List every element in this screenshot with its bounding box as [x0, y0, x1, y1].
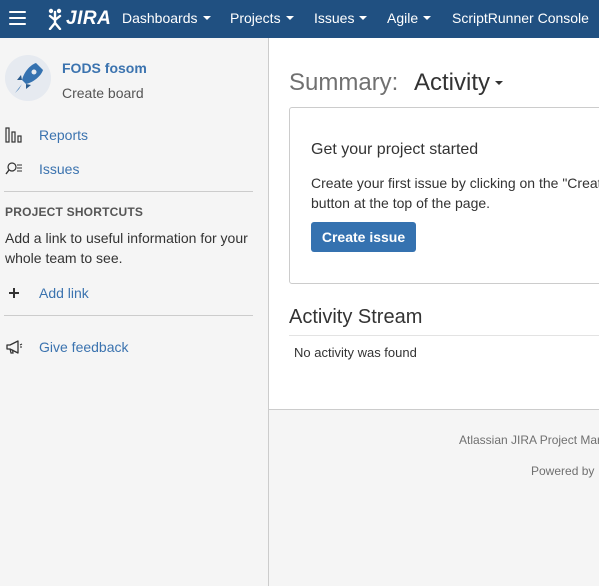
sidebar-item-label: Issues — [39, 161, 80, 177]
plus-icon — [9, 288, 19, 298]
card-title: Get your project started — [311, 141, 479, 158]
create-issue-button[interactable]: Create issue — [311, 222, 416, 252]
project-avatar[interactable] — [5, 55, 51, 101]
jira-logo-icon — [48, 8, 62, 30]
sidebar-divider — [4, 191, 253, 192]
project-shortcuts-heading: PROJECT SHORTCUTS — [5, 205, 144, 219]
activity-stream-heading: Activity Stream — [289, 306, 423, 328]
menu-icon[interactable] — [9, 11, 26, 27]
nav-scriptrunner-console[interactable]: ScriptRunner Console — [452, 0, 589, 38]
chevron-down-icon — [285, 16, 294, 21]
project-name[interactable]: FODS fosom — [62, 60, 147, 76]
nav-issues-label: Issues — [314, 10, 355, 26]
logo-text: JIRA — [66, 8, 112, 29]
view-selector-dropdown[interactable]: Activity — [414, 69, 504, 97]
nav-projects[interactable]: Projects — [230, 0, 294, 38]
chevron-down-icon — [202, 16, 211, 21]
chevron-down-icon — [423, 16, 432, 21]
activity-stream-empty-message: No activity was found — [294, 345, 417, 360]
nav-dashboards[interactable]: Dashboards — [122, 0, 211, 38]
page-footer: Atlassian JIRA Project Mar Powered by — [269, 409, 599, 586]
give-feedback-label: Give feedback — [39, 339, 129, 355]
nav-issues[interactable]: Issues — [314, 0, 368, 38]
rocket-icon — [5, 55, 51, 101]
view-selector-label: Activity — [414, 69, 491, 96]
give-feedback-link[interactable]: Give feedback — [0, 336, 253, 358]
chevron-down-icon — [495, 80, 504, 85]
sidebar-item-reports[interactable]: Reports — [0, 124, 253, 146]
getting-started-card: Get your project started Create your fir… — [289, 107, 599, 284]
create-board-link[interactable]: Create board — [62, 85, 144, 101]
project-sidebar: FODS fosom Create board Reports Issues P… — [0, 38, 269, 586]
bar-chart-icon — [5, 127, 22, 143]
page-title: Summary: — [289, 69, 399, 96]
megaphone-icon — [6, 340, 23, 354]
chevron-down-icon — [359, 16, 368, 21]
footer-powered-by: Powered by — [531, 464, 595, 478]
top-navigation-bar: JIRA Dashboards Projects Issues Agile Sc… — [0, 0, 599, 38]
nav-projects-label: Projects — [230, 10, 281, 26]
sidebar-item-issues[interactable]: Issues — [0, 158, 253, 180]
nav-scriptrunner-label: ScriptRunner Console — [452, 10, 589, 26]
jira-logo[interactable]: JIRA — [46, 6, 111, 32]
activity-stream-divider — [289, 335, 599, 336]
project-shortcuts-description: Add a link to useful information for you… — [5, 230, 248, 266]
nav-dashboards-label: Dashboards — [122, 10, 198, 26]
add-link-label: Add link — [39, 285, 89, 301]
nav-agile[interactable]: Agile — [387, 0, 432, 38]
sidebar-item-label: Reports — [39, 127, 89, 143]
card-text: Create your first issue by clicking on t… — [311, 175, 599, 211]
main-content: Summary: Activity Get your project start… — [269, 38, 599, 586]
add-link-button[interactable]: Add link — [0, 282, 253, 304]
footer-product-text: Atlassian JIRA Project Mar — [459, 433, 599, 447]
issues-search-icon — [5, 162, 22, 175]
sidebar-divider — [4, 315, 253, 316]
nav-agile-label: Agile — [387, 10, 419, 26]
